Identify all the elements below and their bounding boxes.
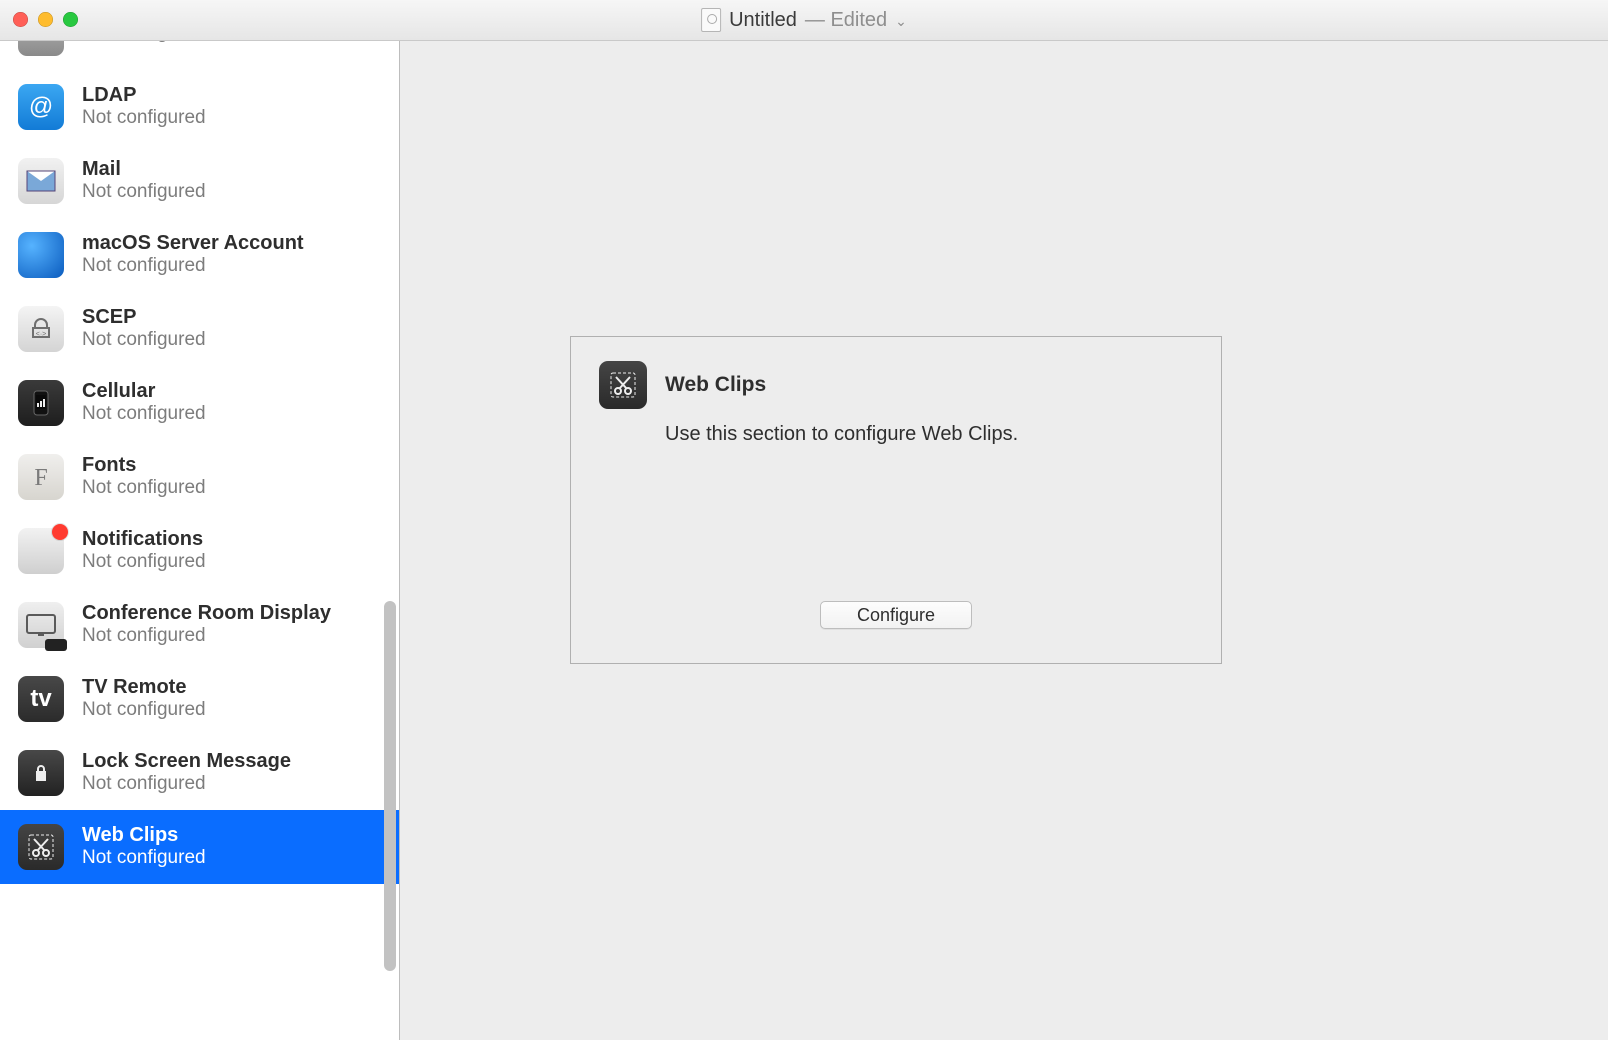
sidebar-item-notifications[interactable]: Notifications Not configured <box>0 514 399 588</box>
sidebar-item-label: Fonts <box>82 454 206 477</box>
zoom-button[interactable] <box>63 12 78 27</box>
sidebar-item-status: Not configured <box>82 403 206 426</box>
web-clips-panel: Web Clips Use this section to configure … <box>570 336 1222 664</box>
window-titlebar: Untitled — Edited ⌄ <box>0 0 1608 41</box>
fonts-icon: F <box>18 454 64 500</box>
chevron-down-icon: ⌄ <box>895 11 907 30</box>
sidebar-item-status: Not configured <box>82 699 206 722</box>
payload-sidebar: Not configured @ LDAP Not configured <box>0 41 400 1040</box>
configure-button-label: Configure <box>857 605 935 626</box>
panel-description: Use this section to configure Web Clips. <box>665 423 1193 446</box>
sidebar-item-label: Web Clips <box>82 824 206 847</box>
minimize-button[interactable] <box>38 12 53 27</box>
configure-button[interactable]: Configure <box>820 601 972 629</box>
sidebar-item-status: Not configured <box>82 625 331 648</box>
sidebar-item-status: Not configured <box>82 773 291 796</box>
globe-icon <box>18 232 64 278</box>
sidebar-item-web-clips[interactable]: Web Clips Not configured <box>0 810 399 884</box>
sidebar-item-status: Not configured <box>82 551 206 574</box>
sidebar-item-lock-screen-message[interactable]: Lock Screen Message Not configured <box>0 736 399 810</box>
sidebar-item-status: Not configured <box>82 41 206 44</box>
window-edited-label: — Edited <box>805 9 887 32</box>
sidebar-item-label: macOS Server Account <box>82 232 304 255</box>
scep-icon: <·> <box>18 306 64 352</box>
sidebar-item-status: Not configured <box>82 329 206 352</box>
cellular-icon <box>18 380 64 426</box>
sidebar-item-mail[interactable]: Mail Not configured <box>0 144 399 218</box>
web-clips-icon <box>18 824 64 870</box>
at-sign-icon: @ <box>18 84 64 130</box>
sidebar-item-status: Not configured <box>82 847 206 870</box>
notifications-icon <box>18 528 64 574</box>
sidebar-item-label: Notifications <box>82 528 206 551</box>
web-clips-icon <box>599 361 647 409</box>
sidebar-item-label: TV Remote <box>82 676 206 699</box>
lock-screen-icon <box>18 750 64 796</box>
sidebar-item-scep[interactable]: <·> SCEP Not configured <box>0 292 399 366</box>
window-title: Untitled <box>729 9 797 32</box>
sidebar-item-status: Not configured <box>82 107 206 130</box>
sidebar-item-label: Lock Screen Message <box>82 750 291 773</box>
sidebar-item-label: Cellular <box>82 380 206 403</box>
sidebar-item-tv-remote[interactable]: tv TV Remote Not configured <box>0 662 399 736</box>
payload-detail-pane: Web Clips Use this section to configure … <box>400 41 1608 1040</box>
sidebar-item-status: Not configured <box>82 477 206 500</box>
svg-text:<·>: <·> <box>36 331 47 338</box>
sidebar-item-label: LDAP <box>82 84 206 107</box>
sidebar-item-status: Not configured <box>82 255 304 278</box>
svg-text:F: F <box>34 465 47 491</box>
apple-tv-icon: tv <box>18 676 64 722</box>
sidebar-item-conference-room-display[interactable]: Conference Room Display Not configured <box>0 588 399 662</box>
panel-title: Web Clips <box>665 373 766 397</box>
sidebar-scrollbar-thumb[interactable] <box>384 601 396 971</box>
generic-icon <box>18 41 64 56</box>
sidebar-item-cellular[interactable]: Cellular Not configured <box>0 366 399 440</box>
title-proxy[interactable]: Untitled — Edited ⌄ <box>701 8 907 32</box>
conference-room-display-icon <box>18 602 64 648</box>
sidebar-item-fonts[interactable]: F Fonts Not configured <box>0 440 399 514</box>
close-button[interactable] <box>13 12 28 27</box>
sidebar-item-previous[interactable]: Not configured <box>0 41 399 70</box>
sidebar-item-macos-server-account[interactable]: macOS Server Account Not configured <box>0 218 399 292</box>
sidebar-item-status: Not configured <box>82 181 206 204</box>
sidebar-item-ldap[interactable]: @ LDAP Not configured <box>0 70 399 144</box>
sidebar-item-label: SCEP <box>82 306 206 329</box>
document-proxy-icon <box>701 8 721 32</box>
sidebar-item-label: Conference Room Display <box>82 602 331 625</box>
traffic-lights <box>13 12 78 27</box>
mail-icon <box>18 158 64 204</box>
sidebar-item-label: Mail <box>82 158 206 181</box>
